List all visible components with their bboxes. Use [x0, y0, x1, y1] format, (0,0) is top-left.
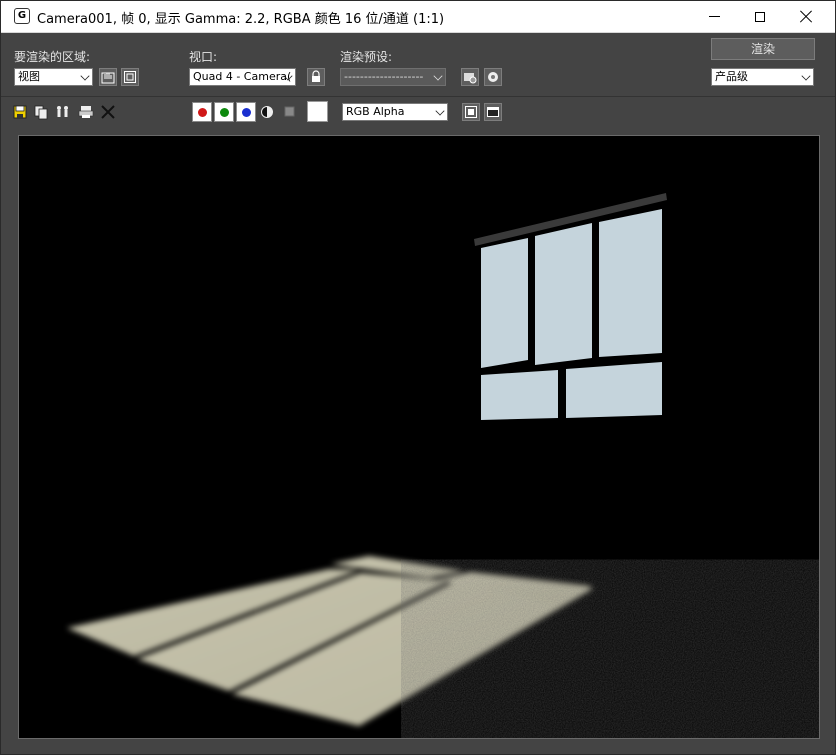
- maximize-button[interactable]: [737, 1, 783, 32]
- copy-image-icon[interactable]: [33, 104, 49, 120]
- render-setup-button[interactable]: [461, 68, 479, 86]
- window-pane: [599, 209, 662, 357]
- area-to-render-label: 要渲染的区域:: [14, 50, 91, 64]
- lock-viewport-button[interactable]: [307, 68, 325, 86]
- clear-icon[interactable]: [100, 104, 116, 120]
- window-pane: [481, 238, 528, 368]
- render-noise: [439, 576, 819, 738]
- window-pane: [535, 223, 592, 365]
- rendered-image: [19, 136, 819, 738]
- minimize-button[interactable]: [691, 1, 737, 32]
- render-preset-value: --------------------: [344, 70, 424, 83]
- background-color-swatch[interactable]: [307, 101, 328, 122]
- render-preset-label: 渲染预设:: [340, 50, 393, 64]
- alpha-channel-icon[interactable]: [260, 105, 274, 119]
- chevron-down-icon: [435, 106, 445, 116]
- render-preset-select[interactable]: --------------------: [340, 68, 446, 86]
- blue-channel-button[interactable]: [236, 102, 256, 122]
- window-title: Camera001, 帧 0, 显示 Gamma: 2.2, RGBA 颜色 1…: [37, 12, 445, 27]
- render-viewport[interactable]: [18, 135, 820, 739]
- environment-button[interactable]: [484, 68, 502, 86]
- chevron-down-icon: [80, 71, 90, 81]
- ui-overlay-icon: [465, 106, 477, 118]
- toggle-ui-overlay-button[interactable]: [462, 103, 480, 121]
- toolbar-divider: [1, 96, 835, 97]
- chevron-down-icon: [433, 71, 443, 81]
- green-channel-icon: [219, 107, 229, 117]
- toggle-ui-button[interactable]: [484, 103, 502, 121]
- monochrome-icon[interactable]: [284, 106, 295, 117]
- green-channel-button[interactable]: [214, 102, 234, 122]
- area-select-value: 视图: [18, 70, 40, 83]
- red-channel-icon: [197, 107, 207, 117]
- viewport-select[interactable]: Quad 4 - Camera(: [189, 68, 296, 86]
- edit-region-icon: [101, 72, 115, 84]
- rendered-frame-window: G Camera001, 帧 0, 显示 Gamma: 2.2, RGBA 颜色…: [0, 0, 836, 755]
- maximize-icon: [755, 11, 765, 22]
- blue-channel-icon: [241, 107, 251, 117]
- auto-region-button[interactable]: [121, 68, 139, 86]
- area-select[interactable]: 视图: [14, 68, 93, 86]
- red-channel-button[interactable]: [192, 102, 212, 122]
- app-icon: G: [14, 8, 30, 24]
- window-pane: [481, 370, 558, 420]
- lock-icon: [312, 70, 320, 82]
- edit-region-button[interactable]: [99, 68, 117, 86]
- close-button[interactable]: [783, 1, 829, 32]
- close-icon: [800, 11, 812, 23]
- display-icon: [487, 107, 499, 117]
- render-setup-icon: [464, 73, 477, 84]
- print-icon[interactable]: [78, 104, 94, 120]
- auto-region-icon: [124, 71, 136, 83]
- teapot-icon: [488, 72, 498, 82]
- quality-select-value: 产品级: [715, 70, 748, 83]
- clone-window-icon[interactable]: [55, 104, 71, 120]
- window-pane: [566, 362, 662, 418]
- channel-select[interactable]: RGB Alpha: [342, 103, 448, 121]
- save-image-icon[interactable]: [12, 104, 28, 120]
- quality-select[interactable]: 产品级: [711, 68, 814, 86]
- viewport-label: 视口:: [189, 50, 218, 64]
- render-button[interactable]: 渲染: [711, 38, 815, 60]
- viewport-select-value: Quad 4 - Camera(: [193, 70, 292, 83]
- channel-select-value: RGB Alpha: [346, 105, 405, 118]
- chevron-down-icon: [801, 71, 811, 81]
- minimize-icon: [708, 16, 720, 17]
- title-bar[interactable]: G Camera001, 帧 0, 显示 Gamma: 2.2, RGBA 颜色…: [1, 1, 835, 33]
